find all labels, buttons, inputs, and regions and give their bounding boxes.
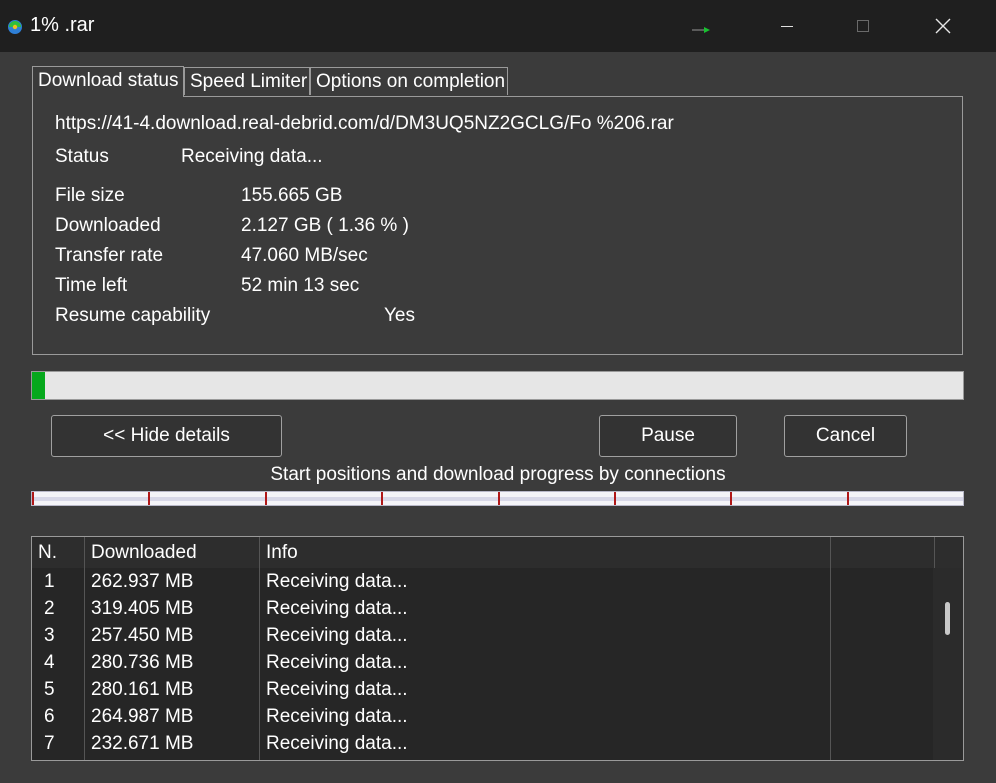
tab-speed-limiter[interactable]: Speed Limiter xyxy=(184,67,310,95)
connection-start-marker xyxy=(846,492,849,505)
table-row[interactable]: 2 319.405 MB Receiving data... xyxy=(32,595,963,622)
scrollbar-thumb[interactable] xyxy=(945,602,950,635)
cell-number: 7 xyxy=(44,733,55,754)
download-status-panel: https://41-4.download.real-debrid.com/d/… xyxy=(32,96,963,355)
download-url: https://41-4.download.real-debrid.com/d/… xyxy=(55,113,674,134)
download-progress-bar xyxy=(31,371,964,400)
connection-start-marker xyxy=(613,492,616,505)
connection-start-marker xyxy=(148,492,151,505)
minimize-icon xyxy=(781,26,793,27)
cell-downloaded: 262.937 MB xyxy=(91,571,194,592)
cell-info: Receiving data... xyxy=(266,571,408,592)
time-left-label: Time left xyxy=(55,275,128,296)
cell-number: 3 xyxy=(44,625,55,646)
cell-number: 2 xyxy=(44,598,55,619)
table-row[interactable]: 3 257.450 MB Receiving data... xyxy=(32,622,963,649)
tab-options-on-completion[interactable]: Options on completion xyxy=(310,67,508,95)
resume-capability-label: Resume capability xyxy=(55,305,211,326)
cell-info: Receiving data... xyxy=(266,679,408,700)
column-header-info[interactable]: Info xyxy=(260,537,831,568)
hide-details-button[interactable]: << Hide details xyxy=(51,415,282,457)
connection-start-marker xyxy=(32,492,34,505)
connection-start-marker xyxy=(497,492,500,505)
cell-downloaded: 264.987 MB xyxy=(91,706,194,727)
table-row[interactable]: 5 280.161 MB Receiving data... xyxy=(32,676,963,703)
cancel-button[interactable]: Cancel xyxy=(784,415,907,457)
title-bar[interactable]: 1% .rar xyxy=(0,0,996,52)
connections-progress-bar xyxy=(31,491,964,506)
cell-downloaded: 257.450 MB xyxy=(91,625,194,646)
cell-info: Receiving data... xyxy=(266,598,408,619)
transfer-rate-label: Transfer rate xyxy=(55,245,164,266)
cell-info: Receiving data... xyxy=(266,652,408,673)
activity-indicator-icon xyxy=(692,27,710,33)
cell-info: Receiving data... xyxy=(266,625,408,646)
cell-downloaded: 280.736 MB xyxy=(91,652,194,673)
column-header-extra xyxy=(831,537,935,568)
column-header-number[interactable]: N. xyxy=(32,537,85,568)
file-size-value: 155.665 GB xyxy=(241,185,343,206)
cell-downloaded: 319.405 MB xyxy=(91,598,194,619)
maximize-button[interactable] xyxy=(840,0,886,52)
downloaded-label: Downloaded xyxy=(55,215,161,236)
maximize-icon xyxy=(857,20,869,32)
cell-number: 6 xyxy=(44,706,55,727)
column-header-downloaded[interactable]: Downloaded xyxy=(85,537,260,568)
cell-number: 5 xyxy=(44,679,55,700)
table-row[interactable]: 7 232.671 MB Receiving data... xyxy=(32,730,963,757)
cell-number: 4 xyxy=(44,652,55,673)
table-row[interactable]: 1 262.937 MB Receiving data... xyxy=(32,568,963,595)
table-row[interactable]: 6 264.987 MB Receiving data... xyxy=(32,703,963,730)
close-icon xyxy=(935,18,951,34)
table-header: N. Downloaded Info xyxy=(32,537,963,568)
resume-capability-value: Yes xyxy=(384,305,415,326)
tab-download-status[interactable]: Download status xyxy=(32,66,184,97)
cell-info: Receiving data... xyxy=(266,733,408,754)
cell-info: Receiving data... xyxy=(266,706,408,727)
cell-number: 1 xyxy=(44,571,55,592)
app-icon xyxy=(8,20,22,34)
minimize-button[interactable] xyxy=(764,0,810,52)
cell-downloaded: 232.671 MB xyxy=(91,733,194,754)
connections-table[interactable]: N. Downloaded Info 1 262.937 MB Receiving … xyxy=(31,536,964,761)
connection-start-marker xyxy=(730,492,733,505)
status-value: Receiving data... xyxy=(181,146,323,167)
transfer-rate-value: 47.060 MB/sec xyxy=(241,245,368,266)
time-left-value: 52 min 13 sec xyxy=(241,275,360,296)
vertical-scrollbar[interactable] xyxy=(933,568,963,760)
connections-caption: Start positions and download progress by… xyxy=(270,464,726,485)
close-button[interactable] xyxy=(920,0,966,52)
file-size-label: File size xyxy=(55,185,125,206)
download-progress-fill xyxy=(32,372,45,399)
table-row[interactable]: 4 280.736 MB Receiving data... xyxy=(32,649,963,676)
cell-downloaded: 280.161 MB xyxy=(91,679,194,700)
status-label: Status xyxy=(55,146,109,167)
connection-start-marker xyxy=(264,492,267,505)
pause-button[interactable]: Pause xyxy=(599,415,737,457)
connection-start-marker xyxy=(381,492,384,505)
downloaded-value: 2.127 GB ( 1.36 % ) xyxy=(241,215,409,236)
window-title: 1% .rar xyxy=(30,14,95,36)
